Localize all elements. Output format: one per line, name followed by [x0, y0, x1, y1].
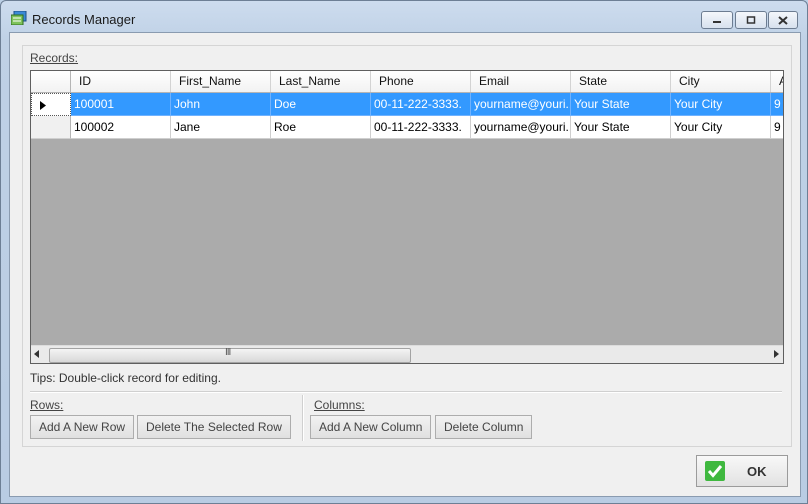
- minimize-button[interactable]: [701, 11, 733, 29]
- cell-email[interactable]: yourname@youri...: [471, 116, 571, 139]
- cell-partial[interactable]: 9: [771, 116, 783, 139]
- cell-city[interactable]: Your City: [671, 116, 771, 139]
- close-button[interactable]: [768, 11, 798, 29]
- cell-id[interactable]: 100001: [71, 93, 171, 116]
- column-header-state[interactable]: State: [571, 71, 671, 92]
- close-icon: [778, 15, 788, 25]
- column-header-last-name[interactable]: Last_Name: [271, 71, 371, 92]
- tips-text: Tips: Double-click record for editing.: [30, 371, 221, 385]
- scroll-left-icon[interactable]: [34, 350, 39, 358]
- records-grid[interactable]: ID First_Name Last_Name Phone Email Stat…: [30, 70, 784, 364]
- cell-email[interactable]: yourname@youri...: [471, 93, 571, 116]
- row-header[interactable]: [31, 93, 71, 116]
- records-app-icon: [11, 11, 27, 25]
- cell-state[interactable]: Your State: [571, 116, 671, 139]
- row-pointer-icon: [40, 101, 46, 110]
- records-panel: Records: ID First_Name Last_Name Phone E…: [22, 45, 792, 447]
- rows-label: Rows:: [30, 398, 64, 412]
- column-header-first-name[interactable]: First_Name: [171, 71, 271, 92]
- grid-header: ID First_Name Last_Name Phone Email Stat…: [31, 71, 783, 93]
- maximize-button[interactable]: [735, 11, 767, 29]
- cell-last-name[interactable]: Doe: [271, 93, 371, 116]
- records-manager-window: Records Manager Records: ID First_Name L…: [0, 0, 808, 504]
- minimize-icon: [713, 21, 721, 23]
- add-column-button[interactable]: Add A New Column: [310, 415, 432, 439]
- section-divider: [30, 391, 782, 393]
- maximize-icon: [746, 16, 756, 24]
- scrollbar-thumb[interactable]: III: [49, 347, 411, 363]
- cell-first-name[interactable]: John: [171, 93, 271, 116]
- column-header-id[interactable]: ID: [71, 71, 171, 92]
- cell-last-name[interactable]: Roe: [271, 116, 371, 139]
- cell-city[interactable]: Your City: [671, 93, 771, 116]
- checkmark-icon: [705, 461, 725, 481]
- add-row-button[interactable]: Add A New Row: [30, 415, 135, 439]
- cell-state[interactable]: Your State: [571, 93, 671, 116]
- delete-row-button[interactable]: Delete The Selected Row: [137, 415, 291, 439]
- column-header-email[interactable]: Email: [471, 71, 571, 92]
- ok-button[interactable]: OK: [696, 455, 788, 487]
- cell-phone[interactable]: 00-11-222-3333.: [371, 116, 471, 139]
- cell-id[interactable]: 100002: [71, 116, 171, 139]
- cell-phone[interactable]: 00-11-222-3333.: [371, 93, 471, 116]
- group-separator: [302, 395, 304, 441]
- column-header-partial[interactable]: A: [771, 71, 783, 92]
- cell-first-name[interactable]: Jane: [171, 116, 271, 139]
- row-header[interactable]: [31, 116, 71, 139]
- ok-label: OK: [747, 463, 767, 479]
- cell-partial[interactable]: 9: [771, 93, 783, 116]
- table-row[interactable]: 100001 John Doe 00-11-222-3333. yourname…: [31, 93, 783, 116]
- table-row[interactable]: 100002 Jane Roe 00-11-222-3333. yourname…: [31, 116, 783, 139]
- grid-corner-header[interactable]: [31, 71, 71, 92]
- window-title: Records Manager: [32, 12, 136, 27]
- dialog-client-area: Records: ID First_Name Last_Name Phone E…: [9, 32, 801, 497]
- column-header-phone[interactable]: Phone: [371, 71, 471, 92]
- title-bar[interactable]: Records Manager: [1, 1, 807, 33]
- horizontal-scrollbar[interactable]: III: [31, 345, 783, 363]
- scroll-right-icon[interactable]: [774, 350, 779, 358]
- records-label: Records:: [30, 51, 79, 65]
- column-header-city[interactable]: City: [671, 71, 771, 92]
- columns-label: Columns:: [314, 398, 365, 412]
- delete-column-button[interactable]: Delete Column: [435, 415, 533, 439]
